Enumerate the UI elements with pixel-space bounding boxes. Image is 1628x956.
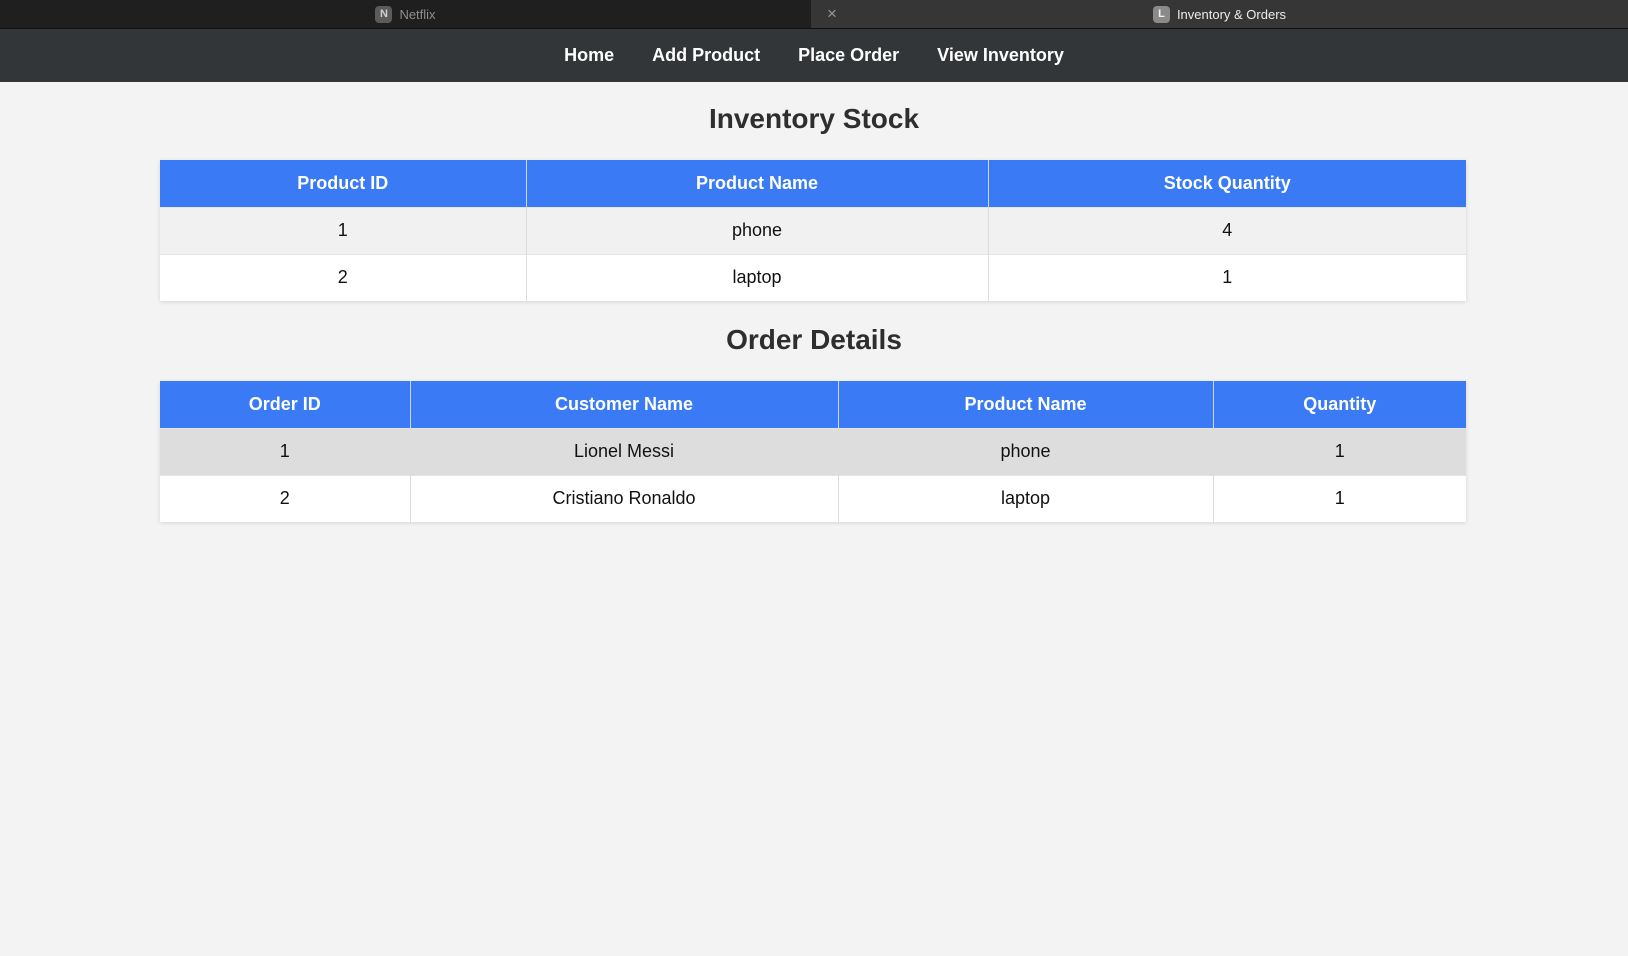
tab-inventory-orders-title: Inventory & Orders — [1176, 6, 1287, 22]
table-row: 1 phone 4 — [160, 206, 1466, 254]
main-nav: Home Add Product Place Order View Invent… — [0, 29, 1628, 82]
table-header-row: Product ID Product Name Stock Quantity — [160, 160, 1466, 207]
inventory-table: Product ID Product Name Stock Quantity 1… — [160, 160, 1466, 301]
table-row: 2 laptop 1 — [160, 253, 1466, 301]
column-header-product-name: Product Name — [838, 381, 1214, 428]
nav-link-home[interactable]: Home — [564, 45, 614, 66]
close-icon[interactable]: × — [823, 5, 841, 23]
cell-order-id: 1 — [160, 427, 411, 475]
orders-heading: Order Details — [726, 324, 902, 355]
orders-table: Order ID Customer Name Product Name Quan… — [160, 381, 1466, 522]
cell-product-name: laptop — [838, 474, 1214, 522]
column-header-product-name: Product Name — [526, 160, 989, 207]
column-header-order-id: Order ID — [160, 381, 411, 428]
inventory-heading: Inventory Stock — [708, 103, 920, 134]
tab-netflix[interactable]: N Netflix — [0, 0, 811, 28]
cell-stock-quantity: 1 — [988, 253, 1466, 301]
tab-netflix-title: Netflix — [399, 6, 436, 22]
inventory-favicon-icon: L — [1152, 5, 1170, 23]
column-header-customer-name: Customer Name — [410, 381, 839, 428]
table-row: 1 Lionel Messi phone 1 — [160, 427, 1466, 475]
cell-quantity: 1 — [1213, 474, 1466, 522]
cell-customer-name: Cristiano Ronaldo — [410, 474, 839, 522]
cell-quantity: 1 — [1213, 427, 1466, 475]
nav-link-place-order[interactable]: Place Order — [798, 45, 899, 66]
cell-product-name: phone — [838, 427, 1214, 475]
column-header-product-id: Product ID — [160, 160, 527, 207]
browser-tab-bar: N Netflix × L Inventory & Orders — [0, 0, 1628, 29]
cell-order-id: 2 — [160, 474, 411, 522]
cell-customer-name: Lionel Messi — [410, 427, 839, 475]
tab-inventory-orders[interactable]: × L Inventory & Orders — [811, 0, 1628, 28]
cell-product-name: laptop — [526, 253, 989, 301]
main-content: Inventory Stock Product ID Product Name … — [0, 82, 1628, 522]
nav-link-view-inventory[interactable]: View Inventory — [937, 45, 1064, 66]
nav-link-add-product[interactable]: Add Product — [652, 45, 760, 66]
cell-product-name: phone — [526, 206, 989, 254]
netflix-favicon-icon: N — [375, 5, 393, 23]
column-header-quantity: Quantity — [1213, 381, 1466, 428]
column-header-stock-quantity: Stock Quantity — [988, 160, 1466, 207]
cell-product-id: 2 — [160, 253, 527, 301]
cell-product-id: 1 — [160, 206, 527, 254]
cell-stock-quantity: 4 — [988, 206, 1466, 254]
table-header-row: Order ID Customer Name Product Name Quan… — [160, 381, 1466, 428]
table-row: 2 Cristiano Ronaldo laptop 1 — [160, 474, 1466, 522]
